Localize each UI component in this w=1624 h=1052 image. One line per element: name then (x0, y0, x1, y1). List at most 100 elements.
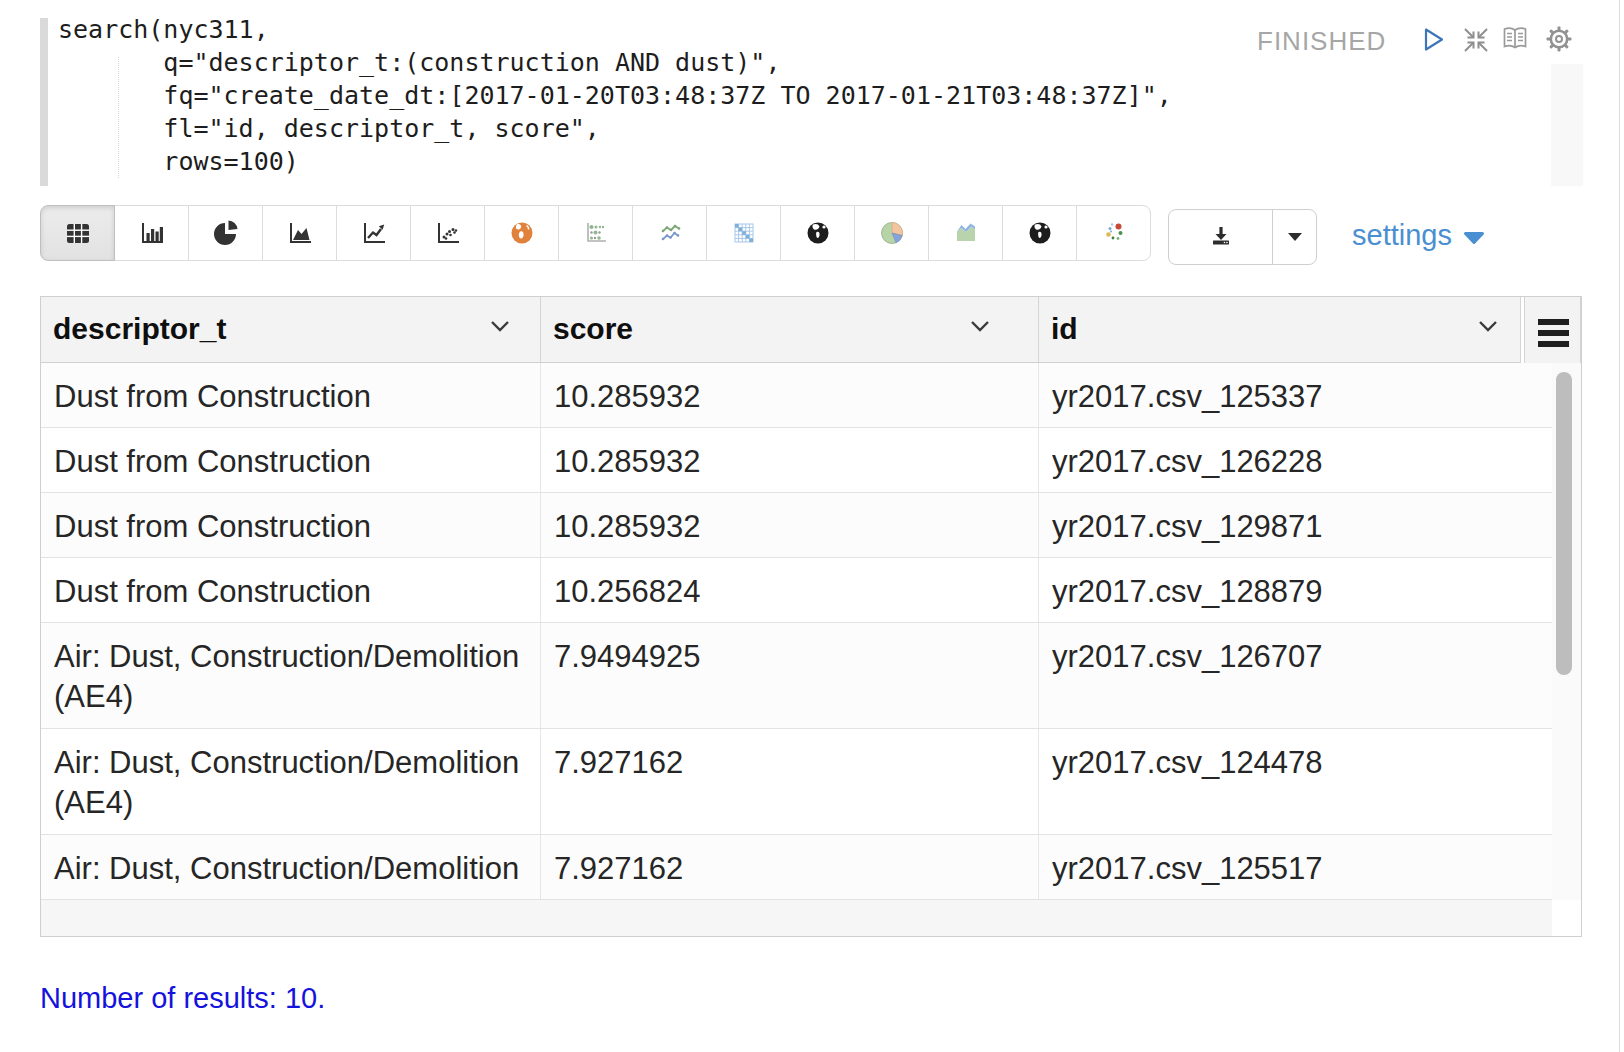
table-row[interactable]: Dust from Construction 10.256824 yr2017.… (41, 558, 1552, 623)
chevron-down-icon[interactable] (970, 320, 990, 332)
chart-type-pie2-button[interactable] (854, 205, 929, 261)
indent-guide (118, 57, 119, 178)
bubble-chart-icon (581, 218, 611, 248)
line-chart-icon (359, 218, 389, 248)
cell-descriptor: Dust from Construction (41, 428, 541, 492)
caret-down-icon (1288, 233, 1302, 241)
chevron-down-icon[interactable] (1478, 320, 1498, 332)
cell-descriptor: Air: Dust, Construction/Demolition (41, 835, 541, 899)
compress-icon (1461, 25, 1491, 55)
cell-id: yr2017.csv_126228 (1039, 428, 1552, 492)
cell-descriptor: Air: Dust, Construction/Demolition (AE4) (41, 729, 541, 834)
table-row[interactable]: Air: Dust, Construction/Demolition (AE4)… (41, 623, 1552, 729)
code-editor[interactable]: search(nyc311, q="descriptor_t:(construc… (58, 13, 1172, 178)
settings-label: settings (1352, 219, 1452, 252)
table-icon (63, 218, 93, 248)
cell-id: yr2017.csv_124478 (1039, 729, 1552, 834)
cell-descriptor: Dust from Construction (41, 493, 541, 557)
show-editor-button[interactable] (1499, 24, 1531, 58)
chart-type-globe2-button[interactable] (1002, 205, 1077, 261)
paragraph-settings-button[interactable] (1543, 23, 1575, 59)
column-label: score (553, 312, 633, 345)
scatter-chart-icon (433, 218, 463, 248)
cell-id: yr2017.csv_125517 (1039, 835, 1552, 899)
download-button-group (1168, 209, 1317, 265)
chart-type-area2-button[interactable] (928, 205, 1003, 261)
grid-menu-button[interactable] (1524, 297, 1581, 368)
matrix-chart-icon (729, 218, 759, 248)
chart-type-scattercolor-button[interactable] (1076, 205, 1151, 261)
area-chart-icon (285, 218, 315, 248)
chart-type-pie-button[interactable] (188, 205, 263, 261)
column-header-descriptor_t[interactable]: descriptor_t (41, 297, 541, 363)
chart-type-bar-button[interactable] (114, 205, 189, 261)
chart-type-area-button[interactable] (262, 205, 337, 261)
play-icon (1418, 25, 1448, 55)
table-row[interactable]: Air: Dust, Construction/Demolition (AE4)… (41, 729, 1552, 835)
gear-icon (1543, 23, 1575, 55)
table-scrollbar-thumb[interactable] (1556, 372, 1572, 675)
run-button[interactable] (1418, 25, 1448, 59)
chart-type-scatter-button[interactable] (410, 205, 485, 261)
cell-score: 7.9494925 (541, 623, 1039, 728)
cell-score: 10.285932 (541, 428, 1039, 492)
cell-id: yr2017.csv_125337 (1039, 363, 1552, 427)
cell-score: 10.285932 (541, 363, 1039, 427)
chart-type-bubble-button[interactable] (558, 205, 633, 261)
cell-id: yr2017.csv_126707 (1039, 623, 1552, 728)
cell-descriptor: Dust from Construction (41, 558, 541, 622)
collapse-button[interactable] (1461, 25, 1491, 59)
globe-dark-icon (1025, 218, 1055, 248)
chart-type-matrix-button[interactable] (706, 205, 781, 261)
table-row[interactable]: Dust from Construction 10.285932 yr2017.… (41, 363, 1552, 428)
bar-chart-icon (137, 218, 167, 248)
page-scrollbar-border (1619, 0, 1620, 1052)
chart-type-globe1-button[interactable] (780, 205, 855, 261)
paragraph-status: FINISHED (1257, 26, 1386, 57)
chart-type-map-button[interactable] (484, 205, 559, 261)
settings-toggle[interactable]: settings (1352, 219, 1484, 252)
cell-score: 10.256824 (541, 558, 1039, 622)
code-line: search(nyc311, (58, 13, 1172, 46)
table-row[interactable]: Air: Dust, Construction/Demolition 7.927… (41, 835, 1552, 900)
download-button[interactable] (1168, 209, 1273, 265)
chart-type-table-button[interactable] (40, 205, 115, 261)
area-chart-color-icon (951, 218, 981, 248)
column-label: descriptor_t (53, 312, 226, 345)
caret-down-icon (1464, 232, 1484, 244)
code-line: fq="create_date_dt:[2017-01-20T03:48:37Z… (58, 79, 1172, 112)
pie-chart-color-icon (877, 218, 907, 248)
menu-icon (1538, 330, 1569, 336)
cell-descriptor: Air: Dust, Construction/Demolition (AE4) (41, 623, 541, 728)
download-icon (1206, 222, 1236, 252)
code-line: rows=100) (58, 145, 1172, 178)
cell-descriptor: Dust from Construction (41, 363, 541, 427)
editor-scrollbar[interactable] (1551, 64, 1583, 186)
multi-line-chart-icon (655, 218, 685, 248)
column-header-id[interactable]: id (1039, 297, 1521, 363)
menu-icon (1538, 341, 1569, 347)
code-line: fl="id, descriptor_t, score", (58, 112, 1172, 145)
cell-score: 7.927162 (541, 835, 1039, 899)
chart-type-toolbar (40, 205, 1151, 261)
paragraph-focus-bar (40, 18, 48, 186)
table-row[interactable]: Dust from Construction 10.285932 yr2017.… (41, 493, 1552, 558)
globe-orange-icon (507, 218, 537, 248)
cell-score: 7.927162 (541, 729, 1039, 834)
zeppelin-paragraph: search(nyc311, q="descriptor_t:(construc… (0, 0, 1624, 1052)
column-header-score[interactable]: score (541, 297, 1039, 363)
chevron-down-icon[interactable] (490, 320, 510, 332)
cell-id: yr2017.csv_129871 (1039, 493, 1552, 557)
chart-type-line-button[interactable] (336, 205, 411, 261)
globe-dark-icon (803, 218, 833, 248)
results-table: descriptor_t score id Dust from Construc… (40, 296, 1582, 937)
chart-type-multiline-button[interactable] (632, 205, 707, 261)
table-row[interactable]: Dust from Construction 10.285932 yr2017.… (41, 428, 1552, 493)
scatter-color-icon (1099, 218, 1129, 248)
cell-id: yr2017.csv_128879 (1039, 558, 1552, 622)
table-bottom-strip (41, 900, 1552, 936)
pie-chart-icon (211, 218, 241, 248)
column-label: id (1051, 312, 1078, 345)
download-options-button[interactable] (1272, 209, 1317, 265)
results-count: Number of results: 10. (40, 982, 325, 1015)
